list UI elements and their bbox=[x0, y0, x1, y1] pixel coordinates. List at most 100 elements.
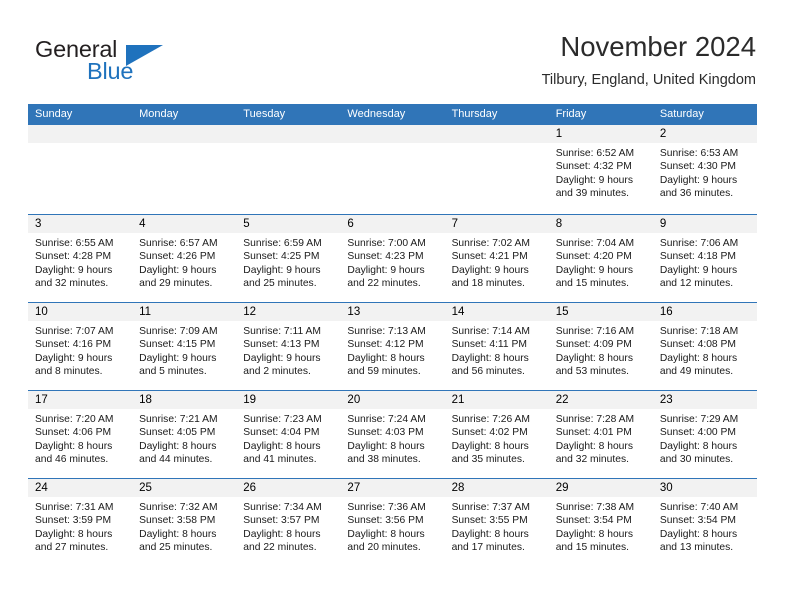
sunrise-text: Sunrise: 6:52 AM bbox=[555, 148, 635, 159]
day-cell[interactable]: 27 Sunrise: 7:36 AM Sunset: 3:56 PM Dayl… bbox=[340, 479, 445, 566]
daylight-text-line2: and 27 minutes. bbox=[35, 541, 109, 553]
day-cell[interactable] bbox=[444, 125, 549, 214]
sunrise-text: Sunrise: 7:36 AM bbox=[347, 502, 426, 513]
day-cell[interactable]: 8 Sunrise: 7:04 AM Sunset: 4:20 PM Dayli… bbox=[548, 215, 653, 302]
day-cell[interactable]: 3 Sunrise: 6:55 AM Sunset: 4:28 PM Dayli… bbox=[28, 215, 133, 302]
day-number: 21 bbox=[444, 391, 549, 409]
daylight-text-line1: Daylight: 8 hours bbox=[659, 352, 738, 364]
day-info: Sunrise: 7:36 AM Sunset: 3:56 PM Dayligh… bbox=[340, 497, 444, 554]
day-cell[interactable]: 30 Sunrise: 7:40 AM Sunset: 3:54 PM Dayl… bbox=[652, 479, 757, 566]
daylight-text-line2: and 8 minutes. bbox=[35, 365, 103, 377]
day-cell[interactable]: 4 Sunrise: 6:57 AM Sunset: 4:26 PM Dayli… bbox=[132, 215, 237, 302]
daylight-text-line1: Daylight: 9 hours bbox=[243, 264, 321, 276]
day-cell[interactable]: 10 Sunrise: 7:07 AM Sunset: 4:16 PM Dayl… bbox=[28, 303, 133, 390]
daylight-text-line2: and 20 minutes. bbox=[347, 541, 421, 553]
day-cell[interactable]: 21 Sunrise: 7:26 AM Sunset: 4:02 PM Dayl… bbox=[444, 391, 549, 478]
sunrise-text: Sunrise: 7:24 AM bbox=[347, 414, 426, 425]
daylight-text-line1: Daylight: 8 hours bbox=[451, 528, 529, 540]
day-cell[interactable]: 2 Sunrise: 6:53 AM Sunset: 4:30 PM Dayli… bbox=[652, 125, 757, 214]
day-number: 4 bbox=[132, 215, 237, 233]
daylight-text-line2: and 17 minutes. bbox=[451, 541, 525, 553]
day-cell[interactable]: 29 Sunrise: 7:38 AM Sunset: 3:54 PM Dayl… bbox=[548, 479, 653, 566]
day-cell[interactable]: 13 Sunrise: 7:13 AM Sunset: 4:12 PM Dayl… bbox=[340, 303, 445, 390]
day-cell[interactable]: 19 Sunrise: 7:23 AM Sunset: 4:04 PM Dayl… bbox=[236, 391, 341, 478]
day-info: Sunrise: 7:40 AM Sunset: 3:54 PM Dayligh… bbox=[653, 497, 757, 554]
sunset-text: Sunset: 3:55 PM bbox=[451, 515, 528, 527]
day-cell[interactable]: 1 Sunrise: 6:52 AM Sunset: 4:32 PM Dayli… bbox=[548, 125, 653, 214]
day-cell[interactable]: 23 Sunrise: 7:29 AM Sunset: 4:00 PM Dayl… bbox=[652, 391, 757, 478]
day-cell[interactable]: 17 Sunrise: 7:20 AM Sunset: 4:06 PM Dayl… bbox=[28, 391, 133, 478]
sunrise-text: Sunrise: 7:18 AM bbox=[659, 326, 739, 337]
day-number: 7 bbox=[444, 215, 549, 233]
daylight-text-line1: Daylight: 9 hours bbox=[139, 352, 217, 364]
day-info bbox=[28, 143, 132, 147]
day-cell[interactable] bbox=[132, 125, 237, 214]
sunrise-text: Sunrise: 7:31 AM bbox=[35, 502, 114, 513]
day-cell[interactable]: 24 Sunrise: 7:31 AM Sunset: 3:59 PM Dayl… bbox=[28, 479, 133, 566]
page-header: General Blue November 2024 Tilbury, Engl… bbox=[0, 0, 792, 100]
day-cell[interactable]: 11 Sunrise: 7:09 AM Sunset: 4:15 PM Dayl… bbox=[132, 303, 237, 390]
page-title: November 2024 bbox=[560, 31, 756, 62]
day-info: Sunrise: 7:13 AM Sunset: 4:12 PM Dayligh… bbox=[340, 321, 444, 378]
sunrise-text: Sunrise: 7:37 AM bbox=[451, 502, 530, 513]
day-cell[interactable]: 14 Sunrise: 7:14 AM Sunset: 4:11 PM Dayl… bbox=[444, 303, 549, 390]
sunset-text: Sunset: 4:18 PM bbox=[659, 251, 736, 263]
daylight-text-line1: Daylight: 9 hours bbox=[243, 352, 321, 364]
day-cell[interactable]: 28 Sunrise: 7:37 AM Sunset: 3:55 PM Dayl… bbox=[444, 479, 549, 566]
day-number: 1 bbox=[548, 125, 653, 143]
day-cell[interactable]: 20 Sunrise: 7:24 AM Sunset: 4:03 PM Dayl… bbox=[340, 391, 445, 478]
day-cell[interactable]: 5 Sunrise: 6:59 AM Sunset: 4:25 PM Dayli… bbox=[236, 215, 341, 302]
day-info: Sunrise: 7:23 AM Sunset: 4:04 PM Dayligh… bbox=[236, 409, 340, 466]
sunrise-text: Sunrise: 6:57 AM bbox=[139, 238, 218, 249]
daylight-text-line1: Daylight: 9 hours bbox=[35, 264, 113, 276]
day-info: Sunrise: 7:09 AM Sunset: 4:15 PM Dayligh… bbox=[132, 321, 236, 378]
day-cell[interactable]: 7 Sunrise: 7:02 AM Sunset: 4:21 PM Dayli… bbox=[444, 215, 549, 302]
day-cell[interactable]: 25 Sunrise: 7:32 AM Sunset: 3:58 PM Dayl… bbox=[132, 479, 237, 566]
weekday-header-tuesday: Tuesday bbox=[243, 108, 286, 120]
daylight-text-line1: Daylight: 9 hours bbox=[659, 174, 738, 186]
day-cell[interactable]: 16 Sunrise: 7:18 AM Sunset: 4:08 PM Dayl… bbox=[652, 303, 757, 390]
day-number: 27 bbox=[340, 479, 445, 497]
day-cell[interactable]: 9 Sunrise: 7:06 AM Sunset: 4:18 PM Dayli… bbox=[652, 215, 757, 302]
general-blue-logo[interactable]: General Blue bbox=[35, 36, 245, 88]
week-row: 3 Sunrise: 6:55 AM Sunset: 4:28 PM Dayli… bbox=[28, 214, 757, 302]
daylight-text-line1: Daylight: 8 hours bbox=[35, 440, 113, 452]
sunset-text: Sunset: 4:00 PM bbox=[659, 427, 736, 439]
sunrise-text: Sunrise: 6:59 AM bbox=[243, 238, 322, 249]
day-number: 28 bbox=[444, 479, 549, 497]
sunrise-text: Sunrise: 7:40 AM bbox=[659, 502, 739, 513]
day-cell[interactable]: 6 Sunrise: 7:00 AM Sunset: 4:23 PM Dayli… bbox=[340, 215, 445, 302]
daylight-text-line2: and 5 minutes. bbox=[139, 365, 207, 377]
day-number: 17 bbox=[28, 391, 133, 409]
day-cell[interactable] bbox=[28, 125, 133, 214]
daylight-text-line2: and 25 minutes. bbox=[243, 277, 317, 289]
daylight-text-line1: Daylight: 9 hours bbox=[451, 264, 529, 276]
sunset-text: Sunset: 4:06 PM bbox=[35, 427, 112, 439]
daylight-text-line1: Daylight: 8 hours bbox=[555, 352, 633, 364]
weekday-header-saturday: Saturday bbox=[659, 108, 704, 120]
day-cell[interactable]: 22 Sunrise: 7:28 AM Sunset: 4:01 PM Dayl… bbox=[548, 391, 653, 478]
daylight-text-line2: and 22 minutes. bbox=[347, 277, 421, 289]
weekday-header-row: Sunday Monday Tuesday Wednesday Thursday… bbox=[28, 104, 757, 125]
day-info: Sunrise: 6:57 AM Sunset: 4:26 PM Dayligh… bbox=[132, 233, 236, 290]
day-cell[interactable]: 15 Sunrise: 7:16 AM Sunset: 4:09 PM Dayl… bbox=[548, 303, 653, 390]
day-number: 8 bbox=[548, 215, 653, 233]
day-cell[interactable]: 26 Sunrise: 7:34 AM Sunset: 3:57 PM Dayl… bbox=[236, 479, 341, 566]
day-cell[interactable] bbox=[340, 125, 445, 214]
sunset-text: Sunset: 3:57 PM bbox=[243, 515, 320, 527]
day-cell[interactable]: 12 Sunrise: 7:11 AM Sunset: 4:13 PM Dayl… bbox=[236, 303, 341, 390]
sunset-text: Sunset: 4:21 PM bbox=[451, 251, 528, 263]
daylight-text-line2: and 46 minutes. bbox=[35, 453, 109, 465]
day-info bbox=[132, 143, 236, 147]
sunset-text: Sunset: 4:05 PM bbox=[139, 427, 216, 439]
sunrise-text: Sunrise: 7:23 AM bbox=[243, 414, 322, 425]
daylight-text-line1: Daylight: 9 hours bbox=[555, 264, 633, 276]
day-cell[interactable]: 18 Sunrise: 7:21 AM Sunset: 4:05 PM Dayl… bbox=[132, 391, 237, 478]
day-info bbox=[236, 143, 340, 147]
sunrise-text: Sunrise: 7:02 AM bbox=[451, 238, 530, 249]
daylight-text-line2: and 59 minutes. bbox=[347, 365, 421, 377]
sunrise-text: Sunrise: 7:26 AM bbox=[451, 414, 530, 425]
day-cell[interactable] bbox=[236, 125, 341, 214]
sunrise-text: Sunrise: 7:11 AM bbox=[243, 326, 321, 337]
day-info: Sunrise: 6:55 AM Sunset: 4:28 PM Dayligh… bbox=[28, 233, 132, 290]
